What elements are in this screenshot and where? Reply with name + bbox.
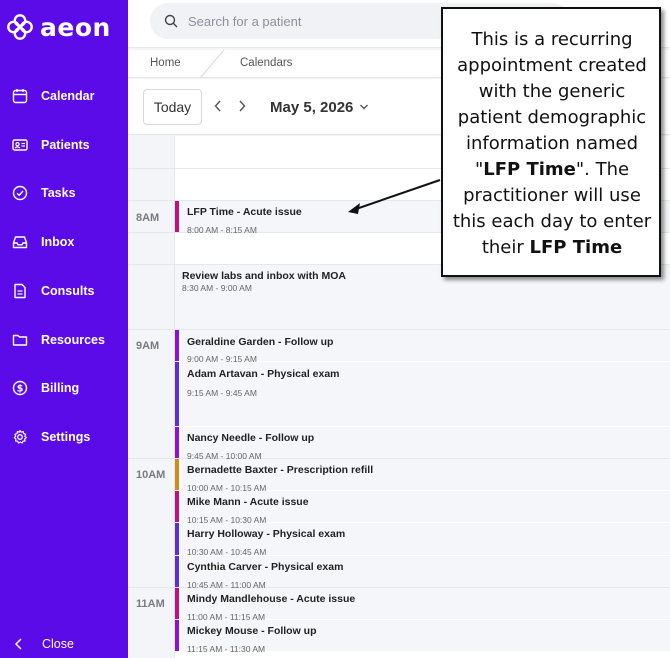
brand-name: aeon: [40, 12, 111, 42]
appointment-harry-holloway[interactable]: Harry Holloway - Physical exam 10:30 AM …: [175, 523, 670, 557]
svg-text:$: $: [17, 384, 24, 395]
appointment-title: Nancy Needle - Follow up: [187, 432, 315, 444]
appointment-title: Bernadette Baxter - Prescription refill: [187, 464, 374, 476]
appointment-title: Harry Holloway - Physical exam: [187, 528, 346, 540]
sidebar-item-tasks[interactable]: Tasks: [0, 178, 128, 208]
appointment-title: Review labs and inbox with MOA: [182, 270, 346, 282]
appointment-title: LFP Time - Acute issue: [187, 206, 302, 218]
sidebar-item-resources[interactable]: Resources: [0, 325, 128, 355]
sidebar-item-label: Calendar: [41, 89, 95, 103]
sidebar-close-button[interactable]: Close: [0, 632, 128, 656]
chevron-right-icon: [239, 100, 246, 112]
hour-label: 10AM: [136, 469, 166, 481]
sidebar-close-label: Close: [42, 637, 74, 651]
sidebar-item-label: Consults: [41, 284, 95, 298]
appointment-cynthia-carver[interactable]: Cynthia Carver - Physical exam 10:45 AM …: [175, 556, 670, 590]
appointment-title: Mindy Mandlehouse - Acute issue: [187, 593, 356, 605]
annotation-callout: This is a recurring appointment created …: [441, 7, 661, 277]
appointment-mickey-mouse[interactable]: Mickey Mouse - Follow up 11:15 AM - 11:3…: [175, 620, 670, 654]
sidebar: aeon Calendar Patients Tasks Inbox Consu…: [0, 0, 128, 658]
appointment-title: Mike Mann - Acute issue: [187, 496, 309, 508]
brand-logo[interactable]: aeon: [6, 12, 111, 42]
appointment-adam-artavan[interactable]: Adam Artavan - Physical exam 9:15 AM - 9…: [175, 362, 670, 426]
time-column: 8AM 9AM 10AM 11AM: [128, 136, 175, 658]
sidebar-item-label: Settings: [41, 430, 91, 444]
chevron-down-icon: [360, 104, 369, 110]
breadcrumb-home[interactable]: Home: [150, 57, 181, 69]
hour-label: 11AM: [136, 598, 165, 610]
today-button[interactable]: Today: [143, 89, 202, 125]
sidebar-item-label: Billing: [41, 381, 80, 395]
document-icon: [11, 282, 29, 300]
breadcrumb-separator: [199, 50, 225, 78]
appointment-nancy-needle[interactable]: Nancy Needle - Follow up 9:45 AM - 10:00…: [175, 427, 670, 461]
next-day-button[interactable]: [234, 96, 250, 116]
folder-icon: [11, 331, 29, 349]
breadcrumb-current: Calendars: [240, 57, 293, 69]
chevron-left-icon: [14, 638, 22, 650]
appointment-geraldine-garden[interactable]: Geraldine Garden - Follow up 9:00 AM - 9…: [175, 330, 670, 364]
gear-icon: [11, 428, 29, 446]
sidebar-item-label: Patients: [41, 138, 90, 152]
appointment-title: Geraldine Garden - Follow up: [187, 336, 334, 348]
appointment-time: 9:15 AM - 9:45 AM: [187, 388, 257, 398]
check-circle-icon: [11, 184, 29, 202]
id-card-icon: [11, 136, 29, 154]
sidebar-item-label: Resources: [41, 333, 105, 347]
sidebar-item-inbox[interactable]: Inbox: [0, 227, 128, 257]
previous-day-button[interactable]: [210, 96, 226, 116]
chevron-left-icon: [214, 100, 221, 112]
hour-label: 8AM: [136, 212, 160, 224]
sidebar-item-patients[interactable]: Patients: [0, 130, 128, 160]
calendar-icon: [11, 87, 29, 105]
appointment-time: 8:30 AM - 9:00 AM: [182, 283, 252, 293]
date-selector[interactable]: May 5, 2026: [270, 97, 369, 117]
appointment-title: Adam Artavan - Physical exam: [187, 368, 340, 380]
sidebar-item-calendar[interactable]: Calendar: [0, 81, 128, 111]
callout-text: This is a recurring appointment created …: [452, 29, 652, 258]
appointment-time: 8:00 AM - 8:15 AM: [187, 225, 257, 235]
sidebar-item-label: Inbox: [41, 235, 75, 249]
search-icon: [164, 14, 178, 28]
hour-label: 9AM: [136, 340, 160, 352]
appointment-title: Cynthia Carver - Physical exam: [187, 561, 344, 573]
aeon-logo-icon: [7, 14, 33, 40]
inbox-icon: [11, 233, 29, 251]
appointment-mike-mann[interactable]: Mike Mann - Acute issue 10:15 AM - 10:30…: [175, 491, 670, 525]
appointment-title: Mickey Mouse - Follow up: [187, 625, 317, 637]
sidebar-item-billing[interactable]: $ Billing: [0, 373, 128, 403]
sidebar-item-consults[interactable]: Consults: [0, 276, 128, 306]
sidebar-item-label: Tasks: [41, 186, 76, 200]
sidebar-item-settings[interactable]: Settings: [0, 422, 128, 452]
dollar-icon: $: [11, 379, 29, 397]
appointment-time: 11:15 AM - 11:30 AM: [187, 644, 266, 654]
appointment-bernadette-baxter[interactable]: Bernadette Baxter - Prescription refill …: [175, 459, 670, 493]
selected-date: May 5, 2026: [270, 98, 354, 116]
appointment-mindy-mandlehouse[interactable]: Mindy Mandlehouse - Acute issue 11:00 AM…: [175, 588, 670, 622]
